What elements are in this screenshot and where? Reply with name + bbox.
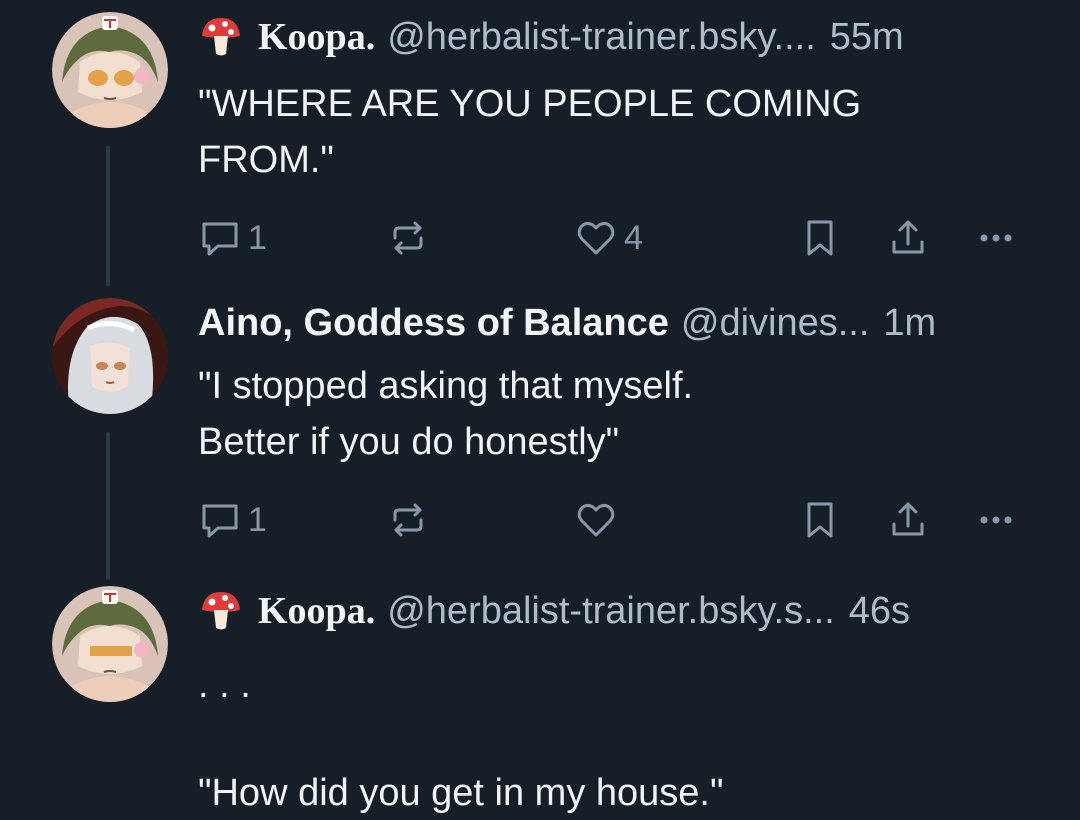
- reply-count: 1: [248, 500, 267, 539]
- like-button[interactable]: [574, 490, 618, 550]
- reply-button[interactable]: 1: [198, 208, 267, 268]
- avatar[interactable]: [52, 586, 168, 702]
- post-text: . . . "How did you get in my house.": [198, 664, 724, 814]
- post-time[interactable]: 1m: [883, 298, 936, 348]
- reply-icon: [202, 504, 238, 538]
- more-icon: [980, 234, 1012, 242]
- like-count: 4: [624, 218, 643, 257]
- bookmark-button[interactable]: [798, 490, 842, 550]
- post-header: Koopa. @herbalist-trainer.bsky.s... 46s: [198, 586, 1040, 636]
- thread-line: [106, 432, 110, 572]
- avatar[interactable]: [52, 12, 168, 128]
- bookmark-icon: [807, 502, 833, 538]
- repost-icon: [393, 503, 423, 537]
- mushroom-icon: [202, 18, 240, 56]
- reply-count: 1: [248, 218, 267, 257]
- mushroom-icon: [202, 592, 240, 630]
- author-handle[interactable]: @divines...: [681, 298, 870, 348]
- author-name[interactable]: Koopa.: [258, 12, 375, 62]
- repost-icon: [393, 221, 423, 255]
- heart-icon: [577, 221, 615, 255]
- post-text: "WHERE ARE YOU PEOPLE COMING FROM.": [198, 83, 862, 181]
- reply-icon: [202, 222, 238, 256]
- post-actions: 1 4: [198, 208, 1040, 268]
- post-time[interactable]: 55m: [830, 12, 904, 62]
- reply-button[interactable]: 1: [198, 490, 267, 550]
- repost-button[interactable]: [386, 490, 430, 550]
- share-button[interactable]: [886, 490, 930, 550]
- author-handle[interactable]: @herbalist-trainer.bsky.s...: [387, 586, 835, 636]
- post-text: "I stopped asking that myself. Better if…: [198, 365, 694, 463]
- post-time[interactable]: 46s: [849, 586, 910, 636]
- more-icon: [980, 516, 1012, 524]
- more-button[interactable]: [974, 208, 1018, 268]
- like-button[interactable]: 4: [574, 208, 643, 268]
- post-header: Koopa. @herbalist-trainer.bsky.... 55m: [198, 12, 1040, 62]
- heart-icon: [577, 503, 615, 537]
- thread-line: [106, 146, 110, 274]
- more-button[interactable]: [974, 490, 1018, 550]
- author-name[interactable]: Aino, Goddess of Balance: [198, 298, 669, 348]
- thread-line: [106, 568, 110, 580]
- repost-button[interactable]: [386, 208, 430, 268]
- author-handle[interactable]: @herbalist-trainer.bsky....: [387, 12, 816, 62]
- thread-line: [106, 272, 110, 286]
- bookmark-button[interactable]: [798, 208, 842, 268]
- share-icon: [892, 220, 924, 254]
- share-icon: [892, 502, 924, 536]
- avatar[interactable]: [52, 298, 168, 414]
- author-name[interactable]: Koopa.: [258, 586, 375, 636]
- share-button[interactable]: [886, 208, 930, 268]
- post-header: Aino, Goddess of Balance @divines... 1m: [198, 298, 1040, 348]
- post-actions: 1: [198, 490, 1040, 550]
- bookmark-icon: [807, 220, 833, 256]
